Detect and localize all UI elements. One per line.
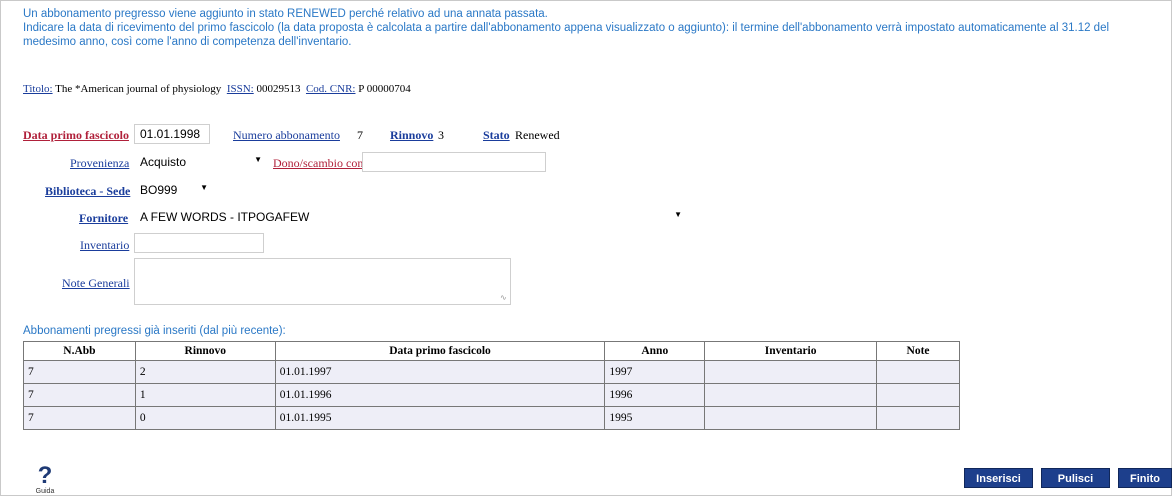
- help-icon: ?: [37, 462, 53, 489]
- info-message: Un abbonamento pregresso viene aggiunto …: [23, 7, 1153, 49]
- col-header-nabb: N.Abb: [23, 341, 136, 361]
- cell-anno: 1995: [604, 406, 706, 430]
- finito-button[interactable]: Finito: [1118, 468, 1172, 488]
- cnr-value: P 00000704: [358, 83, 411, 95]
- stato-value: Renewed: [515, 128, 560, 142]
- cell-anno: 1996: [604, 383, 706, 407]
- table-row: 7 1 01.01.1996 1996: [23, 383, 960, 407]
- cell-inventario: [704, 383, 878, 407]
- inventario-input[interactable]: [134, 233, 264, 253]
- cell-note: [876, 360, 960, 384]
- data-primo-fascicolo-input[interactable]: [134, 124, 210, 144]
- table-header-row: N.Abb Rinnovo Data primo fascicolo Anno …: [23, 341, 960, 361]
- col-header-rinnovo: Rinnovo: [134, 341, 276, 361]
- inventario-link[interactable]: Inventario: [80, 238, 129, 253]
- fornitore-link[interactable]: Fornitore: [79, 211, 128, 226]
- cell-inventario: [704, 406, 878, 430]
- col-header-inventario: Inventario: [704, 341, 878, 361]
- cell-data-primo: 01.01.1996: [274, 383, 606, 407]
- table-row: 7 2 01.01.1997 1997: [23, 360, 960, 384]
- cell-note: [876, 406, 960, 430]
- biblioteca-sede-select[interactable]: BO999 ▼: [136, 180, 214, 200]
- inserisci-button[interactable]: Inserisci: [964, 468, 1033, 488]
- data-primo-fascicolo-link[interactable]: Data primo fascicolo: [23, 128, 129, 143]
- resize-grip-icon[interactable]: ∿: [500, 293, 507, 302]
- table-caption: Abbonamenti pregressi già inseriti (dal …: [23, 325, 286, 337]
- cell-anno: 1997: [604, 360, 706, 384]
- cell-nabb: 7: [23, 360, 136, 384]
- cell-nabb: 7: [23, 406, 136, 430]
- col-header-data-primo: Data primo fascicolo: [274, 341, 606, 361]
- cell-data-primo: 01.01.1997: [274, 360, 606, 384]
- rinnovo-link[interactable]: Rinnovo: [390, 128, 433, 143]
- cell-data-primo: 01.01.1995: [274, 406, 606, 430]
- info-line-1: Un abbonamento pregresso viene aggiunto …: [23, 8, 548, 20]
- issn-value: 00029513: [256, 83, 301, 95]
- col-header-note: Note: [876, 341, 960, 361]
- titolo-value: The *American journal of physiology: [55, 83, 222, 95]
- cell-rinnovo: 2: [134, 360, 276, 384]
- dono-scambio-link[interactable]: Dono/scambio con: [273, 156, 363, 171]
- biblioteca-sede-link[interactable]: Biblioteca - Sede: [45, 184, 130, 199]
- abbonamenti-table: N.Abb Rinnovo Data primo fascicolo Anno …: [23, 341, 960, 430]
- title-bar: Titolo: The *American journal of physiol…: [23, 83, 411, 95]
- cell-rinnovo: 0: [134, 406, 276, 430]
- cell-nabb: 7: [23, 383, 136, 407]
- dropdown-arrow-icon: ▼: [674, 210, 682, 219]
- help-button[interactable]: ? Guida: [30, 462, 60, 496]
- rinnovo-value: 3: [438, 128, 444, 142]
- cell-rinnovo: 1: [134, 383, 276, 407]
- dono-scambio-input[interactable]: [362, 152, 546, 172]
- pulisci-button[interactable]: Pulisci: [1041, 468, 1110, 488]
- fornitore-selected: A FEW WORDS - ITPOGAFEW: [140, 210, 310, 224]
- dropdown-arrow-icon: ▼: [254, 155, 262, 164]
- titolo-link[interactable]: Titolo:: [23, 83, 53, 95]
- fornitore-select[interactable]: A FEW WORDS - ITPOGAFEW ▼: [136, 207, 688, 227]
- note-generali-link[interactable]: Note Generali: [62, 276, 130, 291]
- help-label: Guida: [35, 488, 55, 495]
- cell-note: [876, 383, 960, 407]
- issn-link[interactable]: ISSN:: [227, 83, 254, 95]
- table-row: 7 0 01.01.1995 1995: [23, 406, 960, 430]
- stato-link[interactable]: Stato: [483, 128, 510, 143]
- cnr-link[interactable]: Cod. CNR:: [306, 83, 356, 95]
- provenienza-link[interactable]: Provenienza: [70, 156, 129, 171]
- cell-inventario: [704, 360, 878, 384]
- col-header-anno: Anno: [604, 341, 706, 361]
- numero-abbonamento-value: 7: [357, 128, 363, 142]
- numero-abbonamento-link[interactable]: Numero abbonamento: [233, 128, 340, 143]
- dropdown-arrow-icon: ▼: [200, 183, 208, 192]
- note-generali-textarea[interactable]: [134, 258, 511, 305]
- provenienza-selected: Acquisto: [140, 155, 187, 169]
- provenienza-select[interactable]: Acquisto ▼: [136, 152, 268, 172]
- info-line-2: Indicare la data di ricevimento del prim…: [23, 22, 1110, 48]
- biblioteca-sede-selected: BO999: [140, 183, 178, 197]
